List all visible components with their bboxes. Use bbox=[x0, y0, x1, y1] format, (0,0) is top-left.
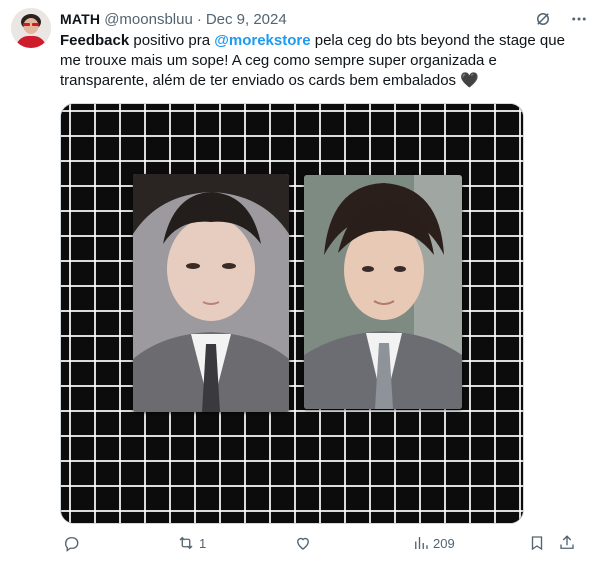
media-image[interactable] bbox=[60, 103, 524, 524]
analytics-icon bbox=[415, 537, 428, 549]
heart-icon bbox=[297, 537, 309, 550]
tweet-text: Feedback positivo pra @morekstore pela c… bbox=[60, 31, 585, 91]
bookmark-icon bbox=[531, 536, 543, 551]
reply-button[interactable] bbox=[62, 534, 83, 552]
text-part-1: positivo pra bbox=[129, 32, 215, 49]
tweet-header: MATH @moonsbluu · Dec 9, 2024 bbox=[60, 8, 590, 30]
tweet: MATH @moonsbluu · Dec 9, 2024 Feedback p… bbox=[0, 0, 600, 572]
retweet-count: 1 bbox=[199, 535, 207, 551]
separator: · bbox=[196, 10, 202, 28]
like-button[interactable] bbox=[294, 534, 315, 552]
views-count: 209 bbox=[433, 535, 455, 551]
bookmark-button[interactable] bbox=[528, 534, 546, 552]
action-bar: 1 209 bbox=[60, 534, 585, 558]
avatar[interactable] bbox=[11, 8, 51, 48]
photocard-2 bbox=[304, 175, 462, 409]
author-handle[interactable]: @moonsbluu bbox=[104, 11, 193, 28]
photocard-1 bbox=[133, 174, 289, 412]
mention-link[interactable]: @morekstore bbox=[214, 32, 310, 49]
views-button[interactable]: 209 bbox=[412, 534, 455, 552]
bold-lead: Feedback bbox=[60, 32, 130, 49]
tweet-date[interactable]: Dec 9, 2024 bbox=[206, 11, 287, 28]
retweet-icon bbox=[179, 536, 193, 550]
black-heart-emoji: 🖤 bbox=[460, 72, 479, 89]
reply-icon bbox=[65, 537, 79, 552]
author-name[interactable]: MATH bbox=[60, 11, 100, 27]
share-icon bbox=[560, 535, 574, 549]
share-button[interactable] bbox=[558, 534, 576, 552]
more-icon[interactable] bbox=[568, 8, 590, 30]
header-actions bbox=[532, 8, 590, 30]
grok-icon[interactable] bbox=[532, 8, 554, 30]
retweet-button[interactable]: 1 bbox=[176, 534, 206, 552]
